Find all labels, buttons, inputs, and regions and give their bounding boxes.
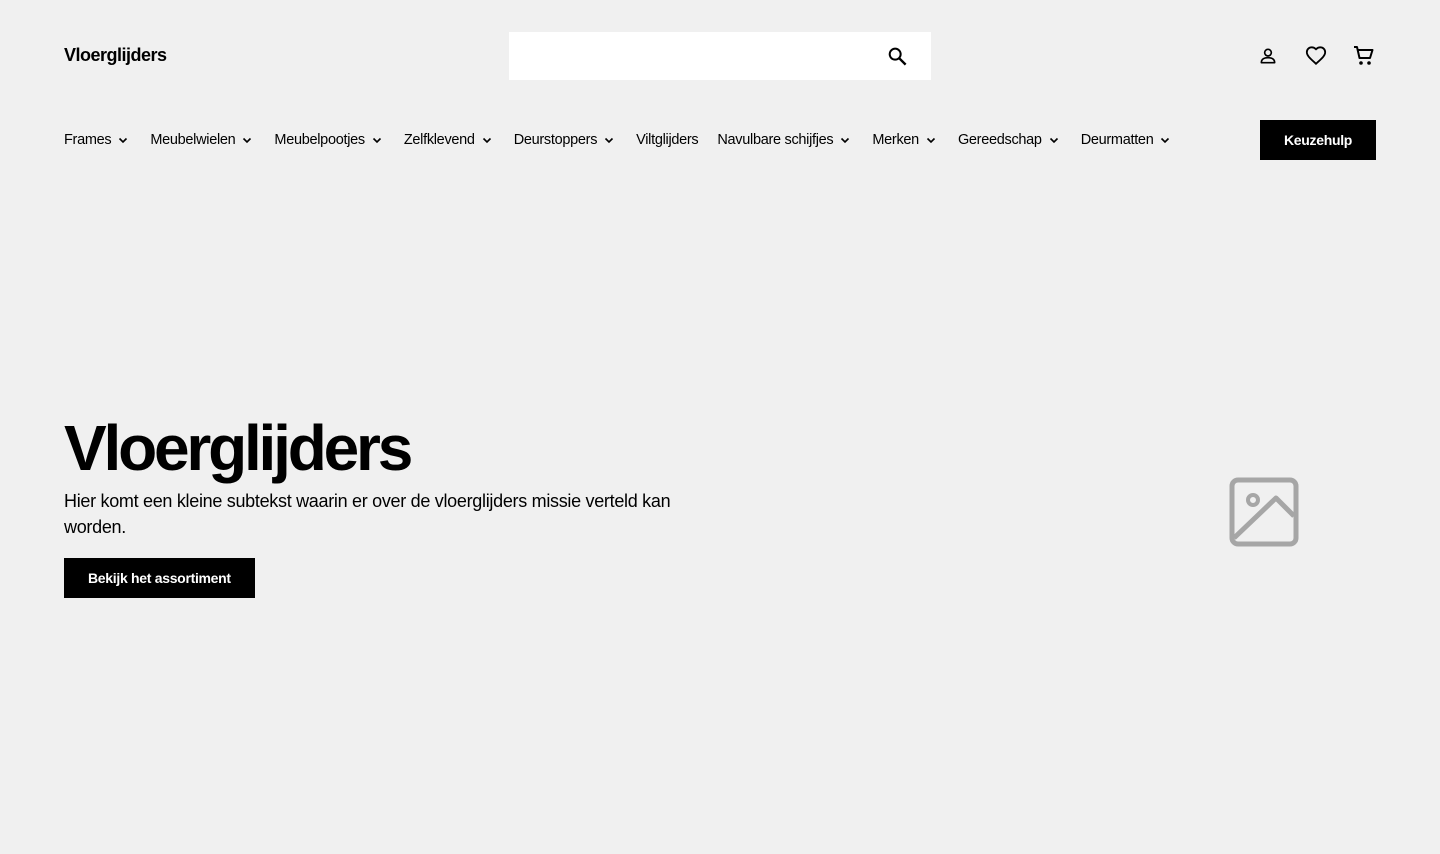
main-nav: Frames Meubelwielen Meubelpootjes Zelfkl… [64, 120, 1376, 160]
nav-items: Frames Meubelwielen Meubelpootjes Zelfkl… [64, 132, 1192, 148]
chevron-down-icon [239, 132, 255, 148]
chevron-down-icon [837, 132, 853, 148]
hero-section: Vloerglijders Hier komt een kleine subte… [64, 412, 764, 598]
nav-item-label: Navulbare schijfjes [717, 132, 834, 148]
chevron-down-icon [923, 132, 939, 148]
chevron-down-icon [115, 132, 131, 148]
nav-item-label: Meubelpootjes [274, 132, 365, 148]
search-icon [888, 47, 907, 66]
heart-icon [1305, 46, 1327, 66]
chevron-down-icon [479, 132, 495, 148]
nav-item-label: Merken [872, 132, 919, 148]
hero-subtitle: Hier komt een kleine subtekst waarin er … [64, 491, 671, 537]
hero-title: Vloerglijders [64, 412, 413, 484]
nav-item-viltglijders[interactable]: Viltglijders [636, 132, 699, 148]
nav-item-deurstoppers[interactable]: Deurstoppers [514, 132, 617, 148]
nav-item-zelfklevend[interactable]: Zelfklevend [404, 132, 495, 148]
site-logo[interactable]: Vloerglijders [64, 45, 167, 66]
cart-button[interactable] [1352, 44, 1376, 68]
site-header: Vloerglijders [0, 0, 1440, 112]
nav-item-label: Meubelwielen [150, 132, 236, 148]
header-actions [1256, 44, 1376, 68]
hero-image [1228, 476, 1300, 548]
nav-item-label: Viltglijders [636, 132, 699, 148]
nav-item-meubelpootjes[interactable]: Meubelpootjes [274, 132, 384, 148]
chevron-down-icon [1046, 132, 1062, 148]
nav-item-label: Zelfklevend [403, 132, 475, 148]
chevron-down-icon [1157, 132, 1173, 148]
cart-icon [1354, 46, 1374, 65]
nav-item-gereedschap[interactable]: Gereedschap [958, 132, 1062, 148]
nav-item-deurmatten[interactable]: Deurmatten [1081, 132, 1174, 148]
nav-item-label: Deurstoppers [513, 132, 598, 148]
account-icon [1260, 48, 1276, 64]
nav-item-label: Frames [64, 132, 112, 148]
nav-item-label: Deurmatten [1080, 132, 1154, 148]
search-bar [509, 32, 931, 80]
nav-item-label: Gereedschap [957, 132, 1042, 148]
nav-item-meubelwielen[interactable]: Meubelwielen [150, 132, 255, 148]
chevron-down-icon [601, 132, 617, 148]
nav-item-navulbare-schijfjes[interactable]: Navulbare schijfjes [717, 132, 853, 148]
search-button[interactable] [885, 44, 909, 68]
nav-item-frames[interactable]: Frames [64, 132, 131, 148]
account-button[interactable] [1256, 44, 1280, 68]
search-input[interactable] [509, 32, 931, 80]
image-placeholder-icon [1229, 477, 1299, 547]
wishlist-button[interactable] [1304, 44, 1328, 68]
keuzehulp-button[interactable]: Keuzehulp [1260, 120, 1376, 160]
chevron-down-icon [369, 132, 385, 148]
view-assortment-button[interactable]: Bekijk het assortiment [64, 558, 255, 598]
nav-item-merken[interactable]: Merken [872, 132, 939, 148]
